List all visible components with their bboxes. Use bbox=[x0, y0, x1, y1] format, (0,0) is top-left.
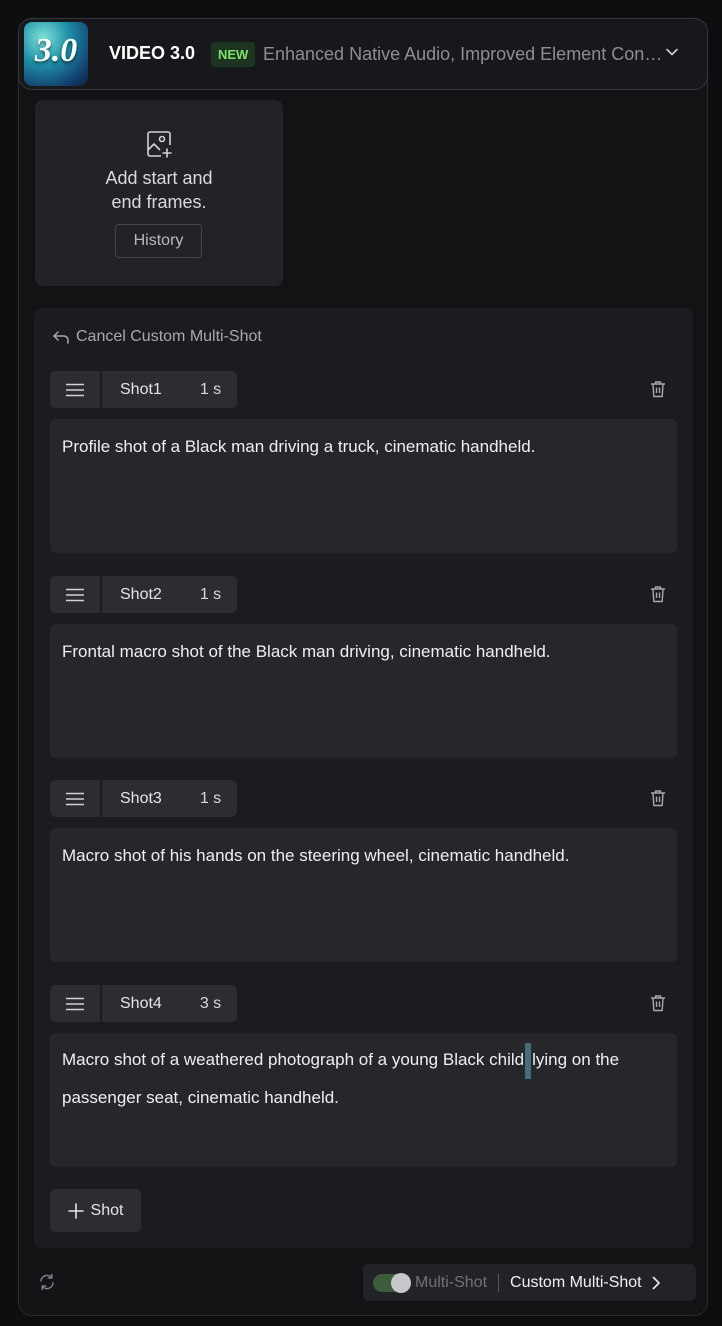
multishot-toggle-label: Multi-Shot bbox=[415, 1273, 488, 1291]
shot-duration[interactable]: 3 s bbox=[200, 995, 221, 1013]
refresh-icon[interactable] bbox=[38, 1273, 56, 1291]
model-description: Enhanced Native Audio, Improved Element … bbox=[263, 44, 663, 64]
drag-handle-icon[interactable] bbox=[50, 576, 100, 613]
shot-duration[interactable]: 1 s bbox=[200, 586, 221, 604]
frames-upload-card[interactable]: Add start and end frames. History bbox=[35, 100, 283, 286]
trash-icon[interactable] bbox=[650, 994, 666, 1012]
shot-prompt-input[interactable]: Macro shot of his hands on the steering … bbox=[50, 828, 677, 962]
shot-label[interactable]: Shot3 1 s bbox=[102, 780, 238, 817]
multishot-editor: Cancel Custom Multi-Shot Shot1 1 s Profi… bbox=[34, 308, 693, 1248]
shot-duration[interactable]: 1 s bbox=[200, 381, 221, 399]
shot-label[interactable]: Shot1 1 s bbox=[102, 371, 238, 408]
text-cursor bbox=[525, 1042, 532, 1079]
shot-name: Shot2 bbox=[120, 585, 162, 603]
drag-handle-icon[interactable] bbox=[50, 985, 100, 1022]
drag-handle-icon[interactable] bbox=[50, 780, 100, 817]
shot-prompt-input[interactable]: Frontal macro shot of the Black man driv… bbox=[50, 624, 677, 758]
prompt-text-before-cursor: Macro shot of a weathered photograph of … bbox=[62, 1050, 525, 1069]
shot-name: Shot4 bbox=[120, 994, 162, 1012]
chevron-right-icon bbox=[652, 1276, 660, 1289]
cancel-multishot-button[interactable]: Cancel Custom Multi-Shot bbox=[52, 327, 262, 347]
model-logo: 3.0 bbox=[24, 22, 88, 86]
shot-prompt-input[interactable]: Profile shot of a Black man driving a tr… bbox=[50, 419, 677, 553]
shot-mode-selector[interactable]: Multi-Shot Custom Multi-Shot bbox=[363, 1264, 696, 1301]
trash-icon[interactable] bbox=[650, 380, 666, 398]
history-button[interactable]: History bbox=[115, 224, 202, 258]
shot-name: Shot1 bbox=[120, 380, 162, 398]
add-shot-label: Shot bbox=[90, 1201, 124, 1219]
new-badge: NEW bbox=[211, 42, 256, 67]
shot-label[interactable]: Shot4 3 s bbox=[102, 985, 238, 1022]
shot-label[interactable]: Shot2 1 s bbox=[102, 576, 238, 613]
chevron-down-icon[interactable] bbox=[665, 45, 679, 59]
add-shot-button[interactable]: Shot bbox=[50, 1189, 141, 1232]
multishot-toggle[interactable] bbox=[373, 1272, 411, 1293]
model-name: VIDEO 3.0 bbox=[109, 43, 196, 63]
frames-prompt: Add start and end frames. bbox=[105, 168, 213, 212]
cancel-multishot-label: Cancel Custom Multi-Shot bbox=[76, 328, 262, 345]
trash-icon[interactable] bbox=[650, 789, 666, 807]
shot-duration[interactable]: 1 s bbox=[200, 790, 221, 808]
shot-prompt-input[interactable]: Macro shot of a weathered photograph of … bbox=[50, 1033, 677, 1167]
mode-label: Custom Multi-Shot bbox=[510, 1273, 642, 1291]
shot-name: Shot3 bbox=[120, 789, 162, 807]
add-image-icon bbox=[147, 131, 172, 158]
back-arrow-icon bbox=[53, 331, 69, 344]
model-selector[interactable]: 3.0 VIDEO 3.0 NEW Enhanced Native Audio,… bbox=[18, 18, 708, 90]
drag-handle-icon[interactable] bbox=[50, 371, 100, 408]
plus-icon bbox=[67, 1202, 84, 1219]
trash-icon[interactable] bbox=[650, 585, 666, 603]
divider bbox=[498, 1273, 500, 1292]
